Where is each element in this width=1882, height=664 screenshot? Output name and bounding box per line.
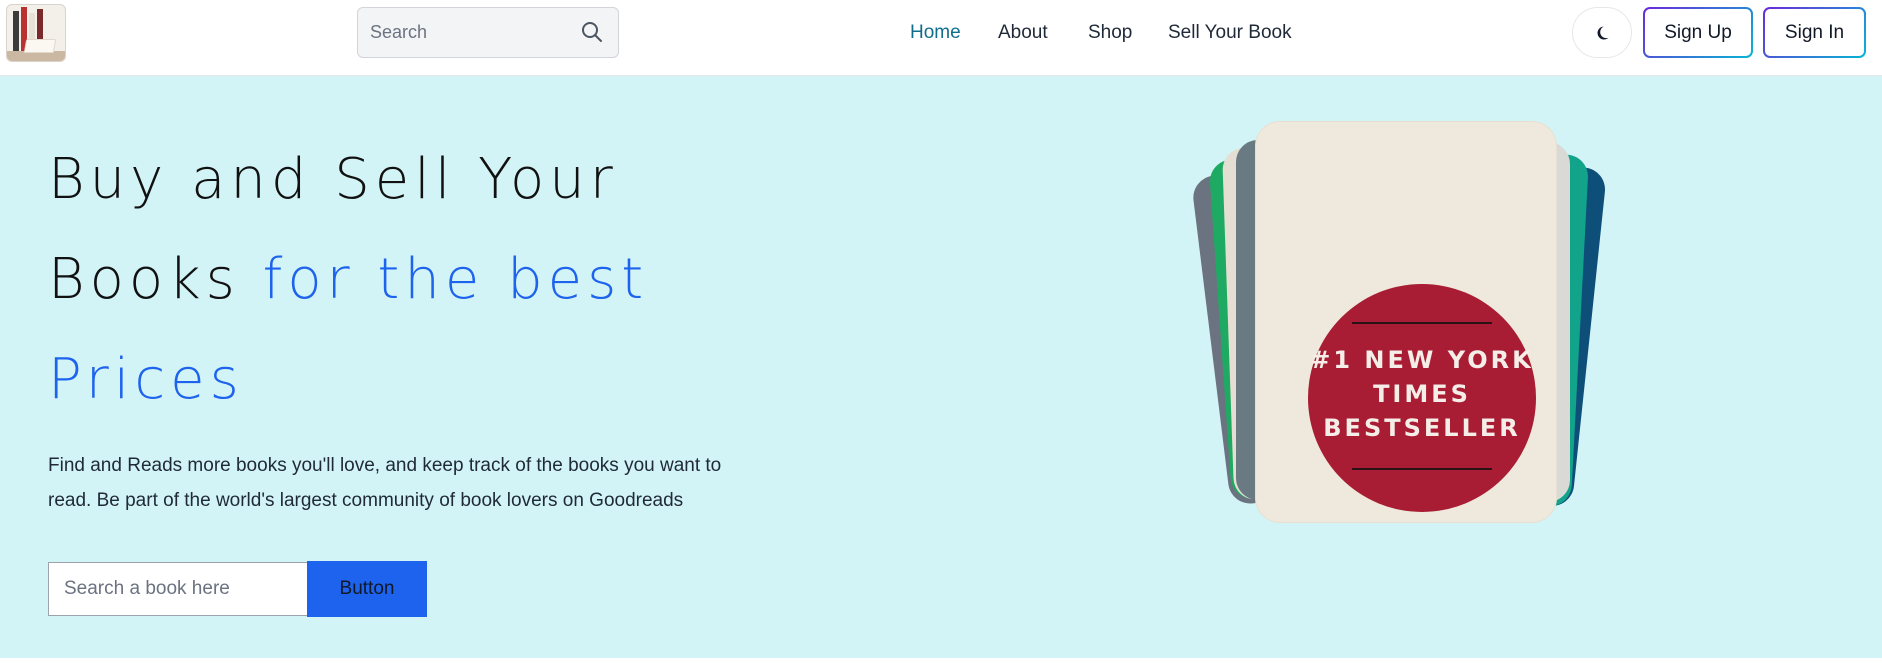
headline-dark-part: Books <box>48 247 263 312</box>
book-cover-stack: #1 NEW YORK TIMES BESTSELLER <box>1190 122 1620 542</box>
hero-section: Buy and Sell Your Books for the best Pri… <box>0 76 1882 658</box>
hero-description: Find and Reads more books you'll love, a… <box>48 448 788 518</box>
nav-shop[interactable]: Shop <box>1088 22 1132 44</box>
nav-home[interactable]: Home <box>910 22 961 44</box>
description-line-2: read. Be part of the world's largest com… <box>48 490 684 511</box>
header-search <box>357 7 619 58</box>
seal-line-3: BESTSELLER <box>1323 414 1521 442</box>
bestseller-seal: #1 NEW YORK TIMES BESTSELLER <box>1308 284 1536 512</box>
book-search-button[interactable]: Button <box>307 561 427 617</box>
sign-in-button[interactable]: Sign In <box>1763 7 1866 58</box>
headline-line-1: Buy and Sell Your <box>48 147 618 212</box>
headline-line-3: Prices <box>48 347 244 412</box>
headline-line-2: Books for the best <box>48 230 748 330</box>
headline-blue-part: for the best <box>262 247 649 312</box>
nav-about[interactable]: About <box>998 22 1048 44</box>
header-search-input[interactable] <box>358 8 568 57</box>
description-line-1: Find and Reads more books you'll love, a… <box>48 455 722 476</box>
hero-headline: Buy and Sell Your Books for the best Pri… <box>48 130 748 430</box>
search-icon[interactable] <box>580 20 604 44</box>
seal-line-2: TIMES <box>1373 380 1471 408</box>
books-logo-icon[interactable] <box>6 4 66 62</box>
nav-sell-your-book[interactable]: Sell Your Book <box>1168 22 1292 44</box>
featured-book-cover[interactable]: #1 NEW YORK TIMES BESTSELLER <box>1256 122 1556 522</box>
theme-toggle-button[interactable] <box>1572 7 1632 58</box>
navbar: Home About Shop Sell Your Book Sign Up S… <box>0 0 1882 76</box>
book-search-input[interactable] <box>48 562 308 616</box>
moon-icon <box>1597 26 1609 39</box>
sign-up-button[interactable]: Sign Up <box>1643 7 1753 58</box>
seal-line-1: #1 NEW YORK <box>1310 346 1534 374</box>
